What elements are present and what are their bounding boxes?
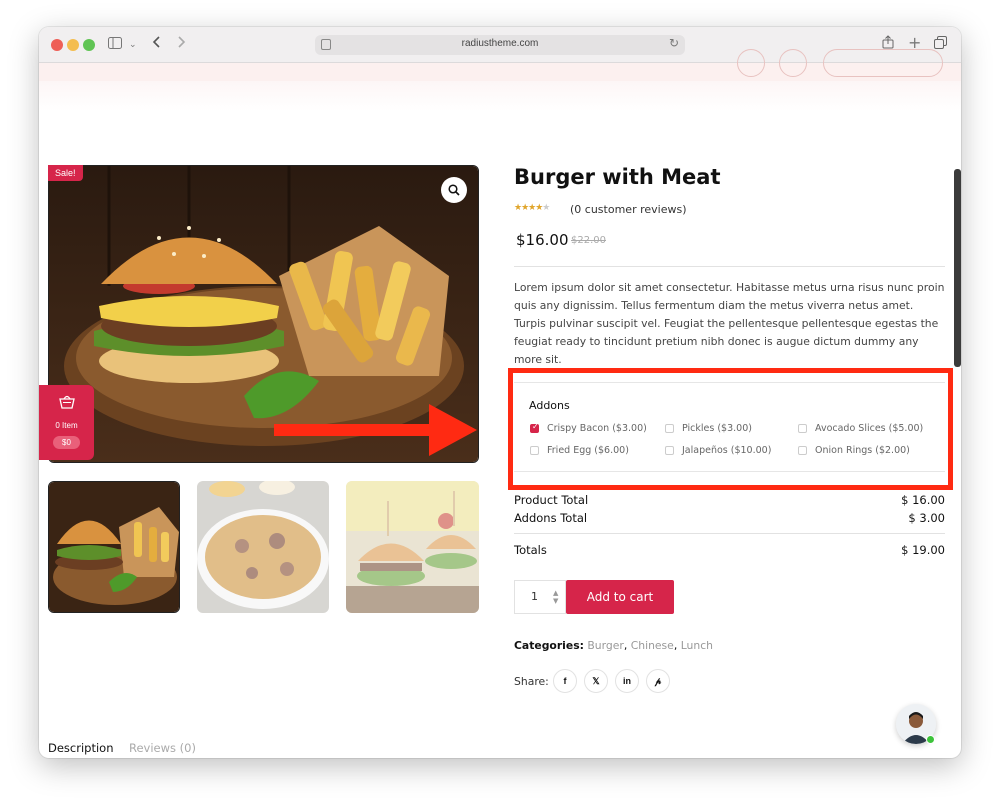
reload-icon[interactable]: ↻ [669, 36, 679, 50]
address-bar[interactable]: radiustheme.com ↻ [315, 35, 685, 55]
quantity-value: 1 [531, 590, 538, 603]
browser-toolbar: ⌄ radiustheme.com ↻ + [39, 27, 961, 63]
online-status-indicator [926, 735, 935, 744]
category-link-burger[interactable]: Burger [587, 639, 623, 652]
addons-total-label: Addons Total [514, 511, 588, 525]
divider [514, 533, 945, 534]
url-text: radiustheme.com [461, 38, 539, 49]
product-old-price: $22.00 [571, 235, 606, 246]
header-search-button[interactable] [737, 49, 765, 77]
addons-total-value: $ 3.00 [908, 511, 945, 525]
mini-cart-total: $0 [53, 436, 80, 449]
sidebar-icon[interactable] [108, 35, 122, 55]
minimize-window-button[interactable] [67, 39, 79, 51]
add-to-cart-button[interactable]: Add to cart [566, 580, 674, 614]
gallery-thumbnail[interactable] [197, 481, 329, 613]
annotation-highlight-box [508, 368, 953, 490]
category-link-lunch[interactable]: Lunch [681, 639, 713, 652]
gallery-thumbnail[interactable] [346, 481, 479, 613]
header-cta-button[interactable] [823, 49, 943, 77]
product-description: Lorem ipsum dolor sit amet consectetur. … [514, 281, 945, 366]
linkedin-icon[interactable]: in [615, 669, 639, 693]
header-account-button[interactable] [779, 49, 807, 77]
header-shadow [39, 81, 961, 111]
annotation-arrow-head [429, 404, 477, 456]
mini-cart[interactable]: 0 Item $0 [39, 385, 94, 460]
star-rating: ★★★★★ [514, 203, 550, 213]
gallery-thumbnail[interactable] [48, 481, 180, 613]
quantity-stepper[interactable]: 1 ▲ ▼ [514, 580, 566, 614]
product-title: Burger with Meat [514, 165, 721, 189]
share-label: Share: [514, 675, 549, 688]
chevron-down-icon[interactable]: ⌄ [129, 35, 137, 55]
product-price: $16.00 [516, 231, 569, 249]
tab-description[interactable]: Description [48, 741, 114, 755]
facebook-icon[interactable]: f [553, 669, 577, 693]
grand-total-value: $ 19.00 [901, 543, 945, 557]
sale-badge: Sale! [48, 165, 83, 181]
scrollbar[interactable] [954, 169, 961, 367]
spinner-arrows-icon[interactable]: ▲ ▼ [553, 589, 558, 605]
tab-reviews[interactable]: Reviews (0) [129, 741, 196, 755]
site-header [39, 49, 961, 81]
basket-icon [39, 393, 94, 415]
annotation-arrow [274, 424, 434, 436]
product-total-value: $ 16.00 [901, 493, 945, 507]
close-window-button[interactable] [51, 39, 63, 51]
reviews-link[interactable]: (0 customer reviews) [570, 203, 686, 216]
category-link-chinese[interactable]: Chinese [631, 639, 674, 652]
forward-arrow-icon[interactable] [176, 35, 186, 55]
grand-total-label: Totals [514, 543, 547, 557]
maximize-window-button[interactable] [83, 39, 95, 51]
product-main-image[interactable] [48, 165, 479, 463]
x-icon[interactable]: 𝕏 [584, 669, 608, 693]
back-arrow-icon[interactable] [152, 35, 162, 55]
product-categories: Categories: Burger, Chinese, Lunch [514, 639, 713, 652]
browser-window: ⌄ radiustheme.com ↻ + Sale! 0 Item $0 Bu… [39, 27, 961, 758]
pinterest-icon[interactable]: 𝓅 [646, 669, 670, 693]
categories-label: Categories: [514, 639, 584, 652]
divider [514, 266, 945, 267]
product-total-label: Product Total [514, 493, 589, 507]
mini-cart-count: 0 Item [55, 421, 78, 430]
zoom-icon[interactable] [441, 177, 467, 203]
